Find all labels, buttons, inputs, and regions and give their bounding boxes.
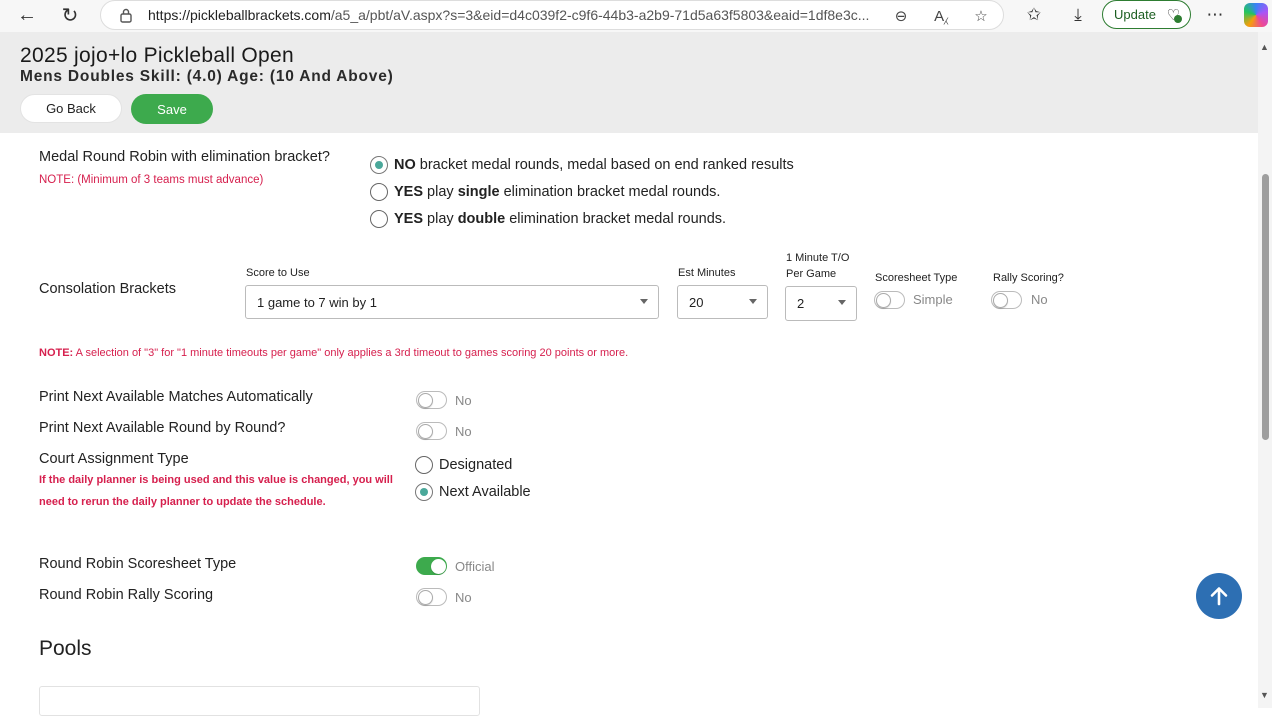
update-dot-icon [1174,15,1182,23]
medal-option-no[interactable]: NO bracket medal rounds, medal based on … [370,156,794,174]
rr-scoresheet-label: Round Robin Scoresheet Type [39,556,237,572]
radio-button[interactable] [370,183,388,201]
timeout-note: NOTE: A selection of "3" for "1 minute t… [39,347,629,359]
back-arrow-icon[interactable]: ← [15,4,39,26]
scoresheet-value: Simple [913,292,953,307]
radio-button[interactable] [415,456,433,474]
zoom-icon[interactable]: ⊖ [891,6,911,26]
favorite-star-icon[interactable]: ☆ [971,6,991,26]
timeout-label-line2: Per Game [786,268,837,280]
est-minutes-label: Est Minutes [678,267,736,279]
print-next-matches-label: Print Next Available Matches Automatical… [39,389,313,405]
update-button[interactable]: Update ♡ [1102,0,1191,29]
medal-option-double[interactable]: YES play double elimination bracket meda… [370,210,726,228]
timeout-label-line1: 1 Minute T/O [786,252,850,264]
pool-panel [39,686,480,716]
rally-scoring-label: Rally Scoring? [993,272,1064,284]
rally-scoring-toggle[interactable] [991,291,1022,309]
radio-button[interactable] [370,156,388,174]
court-option-label: Next Available [439,484,531,500]
browser-toolbar: ← ↻ https://pickleballbrackets.com/a5_a/… [0,0,1272,32]
copilot-icon[interactable] [1244,3,1268,27]
court-assignment-note-1: If the daily planner is being used and t… [39,474,393,486]
event-subtitle: Mens Doubles Skill: (4.0) Age: (10 And A… [20,68,394,85]
pools-heading: Pools [39,637,92,660]
refresh-icon[interactable]: ↻ [58,4,82,27]
arrow-up-icon [1210,587,1228,606]
caret-down-icon [838,300,846,305]
consolation-label: Consolation Brackets [39,281,177,297]
rally-scoring-value: No [1031,292,1048,307]
est-minutes-value: 20 [689,294,704,310]
court-option-label: Designated [439,457,513,473]
rr-scoresheet-toggle[interactable] [416,557,447,575]
est-minutes-select[interactable]: 20 [677,285,768,319]
medal-option-single[interactable]: YES play single elimination bracket meda… [370,183,720,201]
score-select-value: 1 game to 7 win by 1 [257,294,377,310]
rr-rally-label: Round Robin Rally Scoring [39,587,214,603]
page-title: 2025 jojo+lo Pickleball Open [20,44,294,67]
rr-rally-value: No [455,590,472,605]
court-assignment-label: Court Assignment Type [39,451,189,467]
scroll-thumb[interactable] [1262,174,1269,440]
save-button[interactable]: Save [131,94,213,124]
print-next-round-toggle[interactable] [416,422,447,440]
caret-down-icon [640,299,648,304]
timeout-select[interactable]: 2 [785,286,857,321]
page-header: 2025 jojo+lo Pickleball Open Mens Double… [0,32,1258,133]
address-bar[interactable]: https://pickleballbrackets.com/a5_a/pbt/… [100,0,1004,30]
scroll-up-icon[interactable]: ▲ [1260,42,1269,52]
score-select[interactable]: 1 game to 7 win by 1 [245,285,659,319]
court-assignment-note-2: need to rerun the daily planner to updat… [39,496,326,508]
downloads-icon[interactable]: ⤓ [1066,4,1090,26]
medal-round-label: Medal Round Robin with elimination brack… [39,149,330,165]
timeout-value: 2 [797,296,805,311]
go-back-button[interactable]: Go Back [20,94,122,123]
radio-button[interactable] [415,483,433,501]
rr-scoresheet-value: Official [455,559,495,574]
medal-round-note: NOTE: (Minimum of 3 teams must advance) [39,174,264,186]
print-next-matches-toggle[interactable] [416,391,447,409]
more-menu-icon[interactable]: ⋯ [1203,4,1227,26]
print-next-round-label: Print Next Available Round by Round? [39,420,286,436]
scoresheet-type-label: Scoresheet Type [875,272,958,284]
lock-icon [120,8,132,23]
read-aloud-icon[interactable]: A⁁ [931,6,951,26]
favorites-icon[interactable]: ✩ [1022,4,1046,26]
radio-button[interactable] [370,210,388,228]
score-to-use-label: Score to Use [246,267,310,279]
url-text: https://pickleballbrackets.com/a5_a/pbt/… [148,7,870,23]
page-scrollbar[interactable]: ▲ ▼ [1258,32,1272,708]
print-next-round-value: No [455,424,472,439]
update-label: Update [1114,7,1156,22]
court-option-designated[interactable]: Designated [415,456,512,474]
rr-rally-toggle[interactable] [416,588,447,606]
scoresheet-toggle[interactable] [874,291,905,309]
caret-down-icon [749,299,757,304]
scroll-to-top-button[interactable] [1196,573,1242,619]
scroll-down-icon[interactable]: ▼ [1260,690,1269,700]
court-option-next-available[interactable]: Next Available [415,483,531,501]
print-next-matches-value: No [455,393,472,408]
